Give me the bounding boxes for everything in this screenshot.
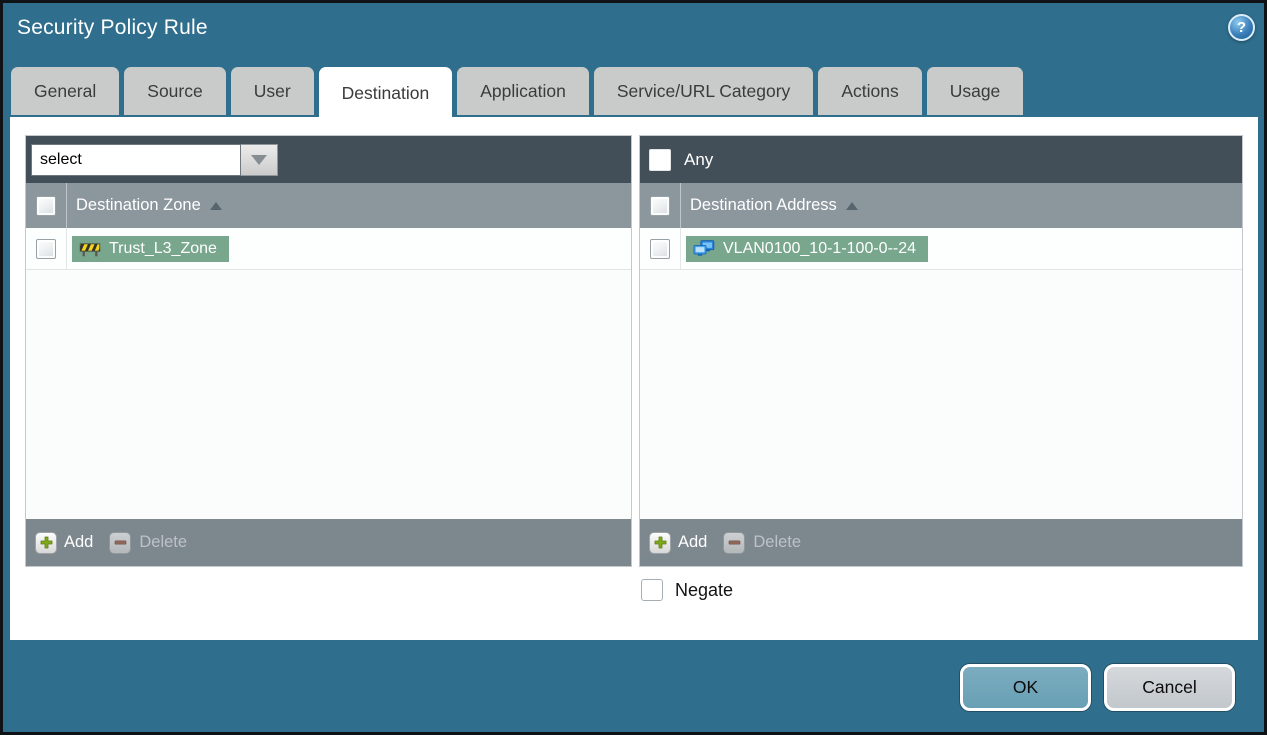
zone-barrier-icon xyxy=(79,242,101,256)
zone-column-header-row: Destination Zone xyxy=(26,183,631,228)
tab-usage[interactable]: Usage xyxy=(926,67,1024,115)
address-add-label[interactable]: Add xyxy=(678,533,707,552)
tab-destination[interactable]: Destination xyxy=(318,67,453,120)
zone-panel-footer: Add Delete xyxy=(26,519,631,566)
sort-ascending-icon xyxy=(209,201,222,210)
plus-icon xyxy=(654,536,666,549)
cancel-button[interactable]: Cancel xyxy=(1104,664,1235,711)
address-column-header[interactable]: Destination Address xyxy=(690,196,837,215)
zone-select-all-checkbox[interactable] xyxy=(36,195,56,216)
help-icon[interactable]: ? xyxy=(1228,14,1255,41)
tab-general[interactable]: General xyxy=(11,67,120,115)
minus-icon xyxy=(728,540,741,545)
plus-icon xyxy=(40,536,52,549)
address-panel-footer: Add Delete xyxy=(640,519,1242,566)
tab-service-url-category[interactable]: Service/URL Category xyxy=(593,67,814,115)
zone-add-label[interactable]: Add xyxy=(64,533,93,552)
sort-ascending-icon xyxy=(845,201,858,210)
zone-select-dropdown-button[interactable] xyxy=(241,143,278,176)
any-checkbox[interactable] xyxy=(649,148,671,171)
zone-select-combo xyxy=(31,143,278,176)
zone-list: Trust_L3_Zone xyxy=(26,228,631,519)
dropdown-arrow-icon xyxy=(251,154,267,165)
zone-delete-label: Delete xyxy=(139,533,188,551)
ok-button[interactable]: OK xyxy=(960,664,1091,711)
negate-label: Negate xyxy=(675,579,734,600)
zone-row-checkbox[interactable] xyxy=(36,238,56,259)
zone-delete-button[interactable] xyxy=(109,531,132,554)
tab-actions[interactable]: Actions xyxy=(818,67,922,115)
zone-item-label: Trust_L3_Zone xyxy=(109,239,217,257)
address-add-button[interactable] xyxy=(649,531,671,554)
tab-user[interactable]: User xyxy=(230,67,314,115)
table-row: Trust_L3_Zone xyxy=(26,228,631,270)
zone-column-header[interactable]: Destination Zone xyxy=(76,196,201,215)
any-label: Any xyxy=(684,149,714,169)
network-computers-icon xyxy=(693,240,715,256)
zone-add-button[interactable] xyxy=(35,531,57,554)
dialog-title: Security Policy Rule xyxy=(17,16,208,39)
help-glyph: ? xyxy=(1236,19,1247,36)
address-panel-header: Any xyxy=(640,136,1242,183)
destination-tab-content: Destination Zone xyxy=(10,117,1258,640)
tab-source[interactable]: Source xyxy=(124,67,226,115)
security-policy-rule-dialog: Security Policy Rule ? General Source Us… xyxy=(0,0,1267,735)
address-item-vlan0100[interactable]: VLAN0100_10-1-100-0--24 xyxy=(686,235,929,262)
destination-address-panel: Any Destination Address VLAN0100_10-1-10… xyxy=(639,135,1243,567)
negate-row: Negate xyxy=(641,579,733,601)
tab-application[interactable]: Application xyxy=(457,67,589,115)
tab-bar: General Source User Destination Applicat… xyxy=(11,67,1024,120)
address-item-label: VLAN0100_10-1-100-0--24 xyxy=(723,239,917,257)
address-select-all-checkbox[interactable] xyxy=(650,195,670,216)
address-column-header-row: Destination Address xyxy=(640,183,1242,228)
zone-panel-header xyxy=(26,136,631,183)
zone-item-trust-l3-zone[interactable]: Trust_L3_Zone xyxy=(72,235,229,262)
minus-icon xyxy=(114,540,127,545)
zone-select-input[interactable] xyxy=(31,143,241,176)
negate-checkbox[interactable] xyxy=(641,579,663,601)
table-row: VLAN0100_10-1-100-0--24 xyxy=(640,228,1242,270)
destination-zone-panel: Destination Zone xyxy=(25,135,632,567)
address-list: VLAN0100_10-1-100-0--24 xyxy=(640,228,1242,519)
address-row-checkbox[interactable] xyxy=(650,238,670,259)
address-delete-button[interactable] xyxy=(723,531,746,554)
address-delete-label: Delete xyxy=(753,533,802,551)
